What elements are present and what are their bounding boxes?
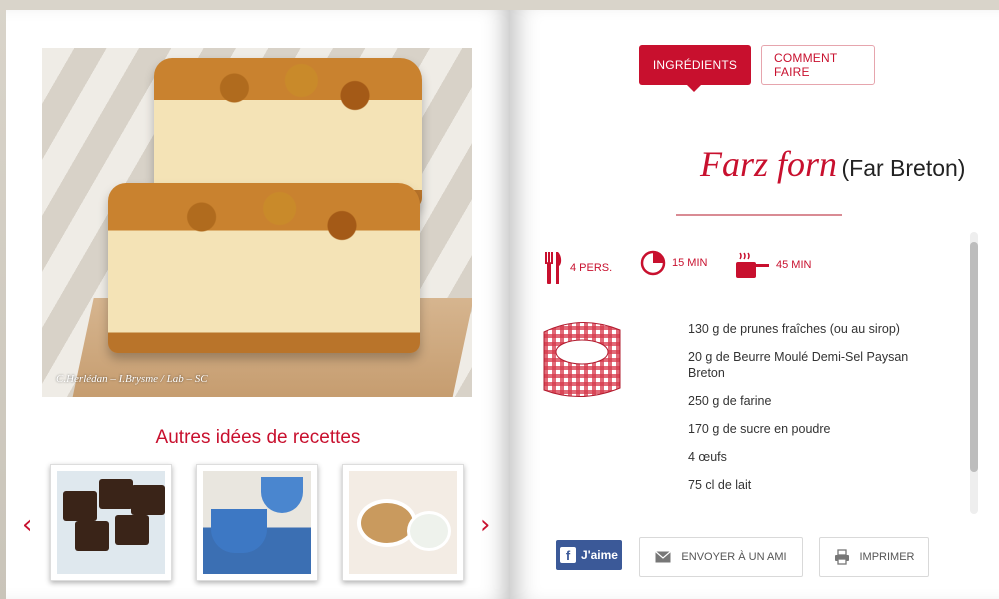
facebook-icon: f xyxy=(560,547,577,563)
cutlery-icon xyxy=(545,252,562,284)
prep-time-label: 15 MIN xyxy=(672,257,708,269)
recipe-thumbnail-muffins[interactable] xyxy=(342,464,464,581)
recipe-photo: C.Herlédan – I.Brysme / Lab – SC xyxy=(42,48,472,397)
tab-comment-faire[interactable]: COMMENT FAIRE xyxy=(761,45,875,85)
right-page: INGRÉDIENTS COMMENT FAIRE Farz forn (Far… xyxy=(510,10,999,599)
envelope-icon xyxy=(655,551,672,563)
facebook-like-button[interactable]: f J'aime xyxy=(556,540,622,570)
print-button[interactable]: IMPRIMER xyxy=(819,537,929,577)
ingredient-item: 250 g de farine xyxy=(688,394,772,408)
recipe-thumbnail-mussels[interactable] xyxy=(196,464,318,581)
brownie-piece xyxy=(63,491,97,521)
butter-package-image xyxy=(543,321,621,398)
brownie-piece xyxy=(115,515,149,545)
ingredient-item: 4 œufs xyxy=(688,450,727,464)
other-recipes-title: Autres idées de recettes xyxy=(155,427,361,448)
ingredients-scrollbar[interactable] xyxy=(970,232,978,514)
recipe-book: C.Herlédan – I.Brysme / Lab – SC Autres … xyxy=(0,0,999,599)
small-bowl xyxy=(261,477,303,513)
recipe-title-french: (Far Breton) xyxy=(841,155,966,181)
ingredients-list: 130 g de prunes fraîches (ou au sirop) 2… xyxy=(688,321,938,505)
send-to-friend-button[interactable]: ENVOYER À UN AMI xyxy=(639,537,803,577)
cook-time-info: 45 MIN xyxy=(734,250,811,280)
photo-credit: C.Herlédan – I.Brysme / Lab – SC xyxy=(56,373,208,385)
prev-arrow-icon[interactable]: ‹ xyxy=(22,512,32,538)
printer-icon xyxy=(834,549,849,565)
tab-ingredients[interactable]: INGRÉDIENTS xyxy=(639,45,751,92)
recipe-title-breton: Farz forn xyxy=(700,144,838,184)
cook-time-label: 45 MIN xyxy=(776,259,812,271)
ingredient-item: 75 cl de lait xyxy=(688,478,752,492)
ingredient-item: 20 g de Beurre Moulé Demi-Sel Paysan Bre… xyxy=(688,350,909,380)
brownie-piece xyxy=(99,479,133,509)
next-arrow-icon[interactable]: › xyxy=(480,512,490,538)
scrollbar-thumb[interactable] xyxy=(970,242,978,472)
mussels-image xyxy=(203,471,311,574)
dip-bowl xyxy=(407,511,451,551)
prep-time-info: 15 MIN xyxy=(640,250,707,276)
title-divider xyxy=(676,214,842,216)
muffins-image xyxy=(349,471,457,574)
brownie-piece xyxy=(131,485,165,515)
like-label: J'aime xyxy=(581,548,618,562)
cake-slice-front xyxy=(108,183,420,353)
brownies-image xyxy=(57,471,165,574)
recipe-title: Farz forn (Far Breton) xyxy=(700,143,965,185)
cooking-pot-icon xyxy=(736,252,769,278)
left-page: C.Herlédan – I.Brysme / Lab – SC Autres … xyxy=(6,10,510,599)
brownie-piece xyxy=(75,521,109,551)
ingredient-item: 170 g de sucre en poudre xyxy=(688,422,831,436)
mussel-bowl xyxy=(211,509,267,553)
clock-icon xyxy=(640,250,666,276)
recipe-thumbnail-brownies[interactable] xyxy=(50,464,172,581)
print-label: IMPRIMER xyxy=(859,551,915,563)
servings-label: 4 PERS. xyxy=(570,262,613,274)
ingredient-item: 130 g de prunes fraîches (ou au sirop) xyxy=(688,322,900,336)
servings-info: 4 PERS. xyxy=(542,250,612,286)
send-label: ENVOYER À UN AMI xyxy=(681,551,787,563)
